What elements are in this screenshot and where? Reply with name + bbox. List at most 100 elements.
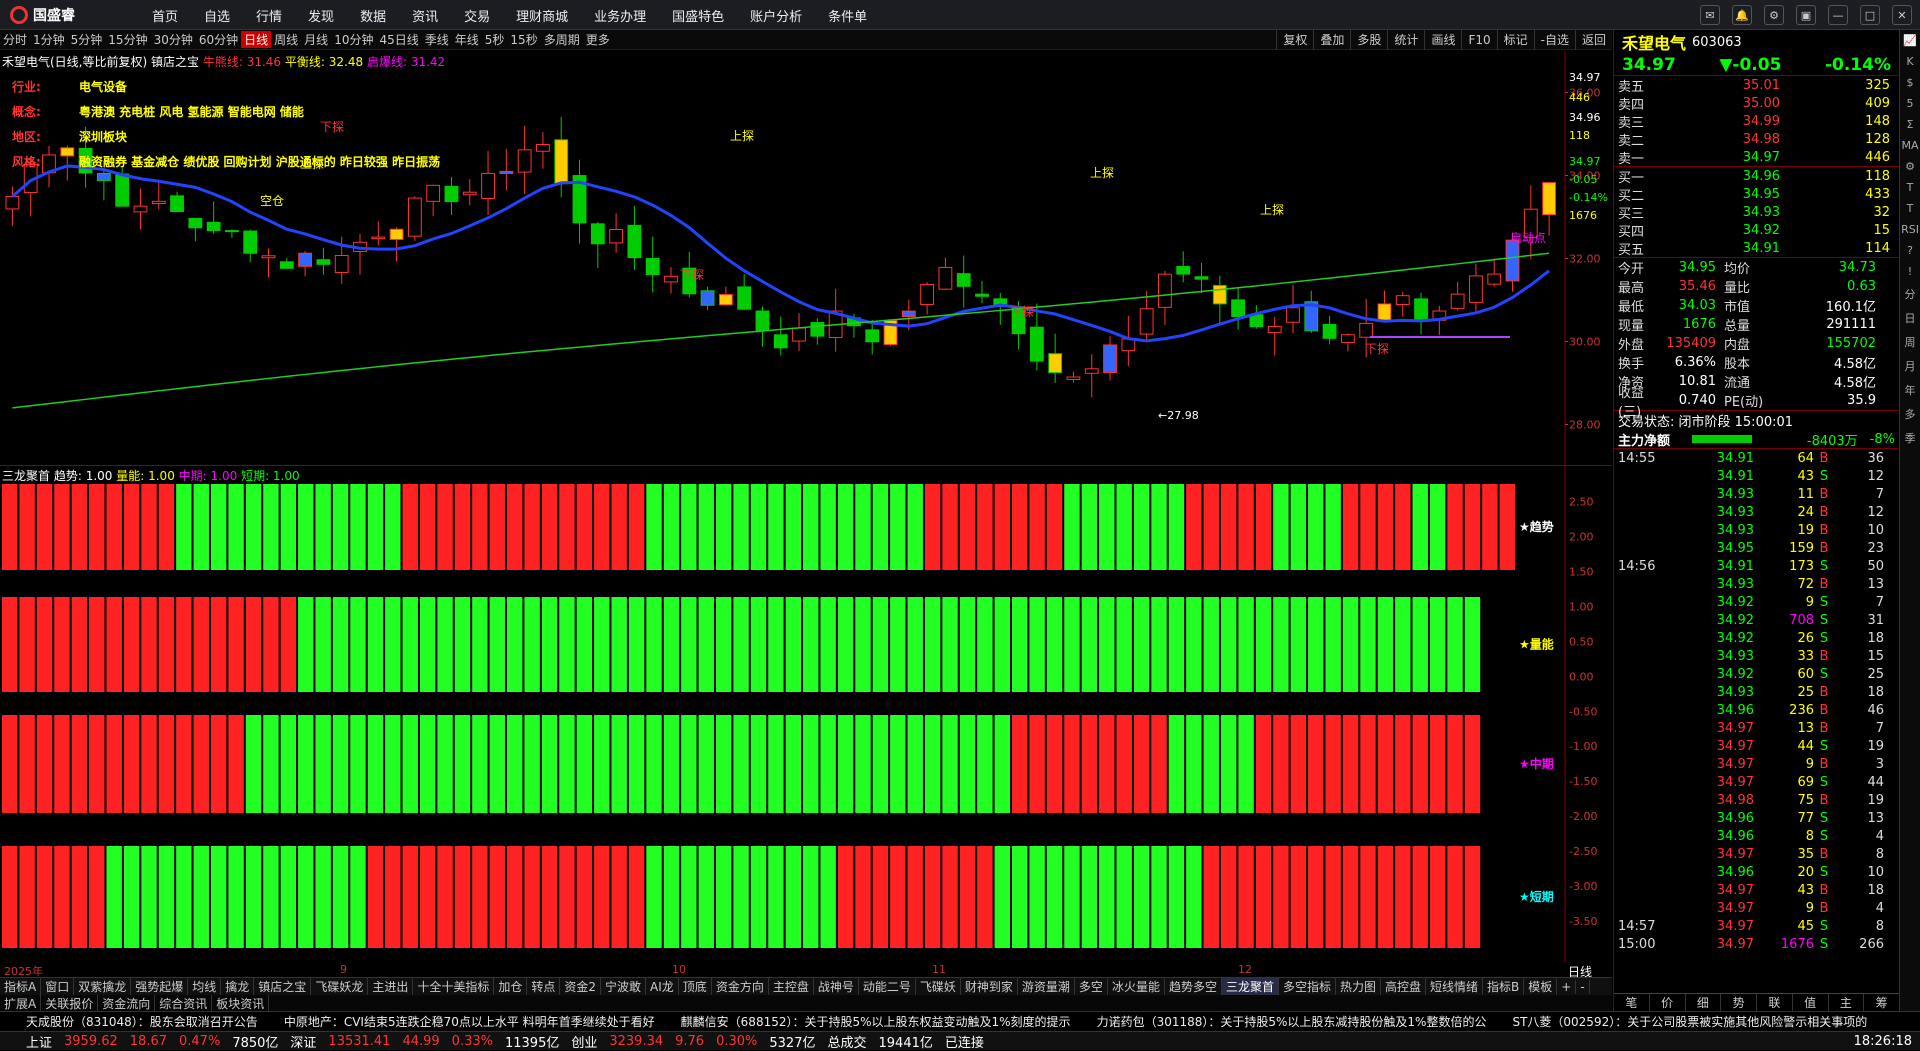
news-item[interactable]: 天成股份（831048）：股东会取消召开公告 (26, 1013, 258, 1030)
side-tool-icon[interactable]: 季 (1905, 430, 1916, 446)
indicator-tab[interactable]: 飞碟妖龙 (311, 978, 369, 995)
side-tool-icon[interactable]: Σ (1907, 118, 1914, 131)
info-tab[interactable]: 板块资讯 (212, 994, 270, 1012)
side-tool-icon[interactable]: ? (1907, 244, 1913, 257)
indicator-tab[interactable]: 主控盘 (769, 978, 814, 995)
side-tool-icon[interactable]: $ (1907, 76, 1914, 89)
menu-item[interactable]: 理财商城 (516, 6, 568, 25)
quote-tab[interactable]: 主 (1829, 994, 1865, 1011)
period-tab[interactable]: 60分钟 (196, 31, 241, 48)
side-tool-icon[interactable]: 5 (1907, 97, 1914, 110)
side-tool-icon[interactable]: T (1907, 181, 1914, 194)
menu-item[interactable]: 数据 (360, 6, 386, 25)
side-tool-icon[interactable]: 年 (1905, 382, 1916, 398)
menu-item[interactable]: 条件单 (828, 6, 867, 25)
period-tab[interactable]: 季线 (422, 31, 452, 48)
indicator-tab[interactable]: 游资量潮 (1018, 978, 1075, 995)
tick-list[interactable]: 14:55 34.91 64 B 36 34.91 43 S 12 34.93 11 B 7 34.93 2… (1614, 449, 1899, 953)
indicator-tab[interactable]: 窗口 (41, 978, 75, 995)
indicator-tab[interactable]: 动能二号 (859, 978, 916, 995)
side-tool-icon[interactable]: 月 (1905, 358, 1916, 374)
indicator-tab[interactable]: 均线 (188, 978, 222, 995)
skin-icon[interactable]: ▣ (1796, 5, 1816, 25)
period-tab[interactable]: 年线 (452, 31, 482, 48)
quote-tab[interactable]: 值 (1793, 994, 1829, 1011)
info-tab[interactable]: 扩展A (0, 994, 42, 1012)
side-tool-icon[interactable]: T (1907, 202, 1914, 215)
side-tool-icon[interactable]: K (1906, 55, 1913, 68)
indicator-tab[interactable]: 战神号 (814, 978, 859, 995)
indicator-tab[interactable]: 加仓 (494, 978, 528, 995)
menu-item[interactable]: 业务办理 (594, 6, 646, 25)
indicator-tab[interactable]: - (1576, 979, 1590, 994)
indicator-tab[interactable]: 飞碟妖 (916, 978, 961, 995)
indicator-tab[interactable]: 高控盘 (1381, 978, 1427, 995)
menu-item[interactable]: 自选 (204, 6, 230, 25)
chart-tool[interactable]: 返回 (1574, 30, 1612, 50)
indicator-tab[interactable]: + (1557, 979, 1577, 994)
side-tool-icon[interactable]: ⚙ (1905, 160, 1915, 173)
period-tab[interactable]: 5分钟 (68, 31, 106, 48)
chart-tool[interactable]: F10 (1461, 30, 1496, 50)
indicator-tab[interactable]: 镇店之宝 (254, 978, 312, 995)
side-tool-icon[interactable]: 周 (1905, 334, 1916, 350)
period-tab[interactable]: 15分钟 (105, 31, 150, 48)
menu-item[interactable]: 账户分析 (750, 6, 802, 25)
app-logo[interactable]: 国盛睿 (10, 5, 75, 25)
quote-tab[interactable]: 笔 (1614, 994, 1650, 1011)
menu-item[interactable]: 资讯 (412, 6, 438, 25)
menu-item[interactable]: 发现 (308, 6, 334, 25)
menu-item[interactable]: 行情 (256, 6, 282, 25)
period-tab[interactable]: 10分钟 (331, 31, 376, 48)
menu-item[interactable]: 首页 (152, 6, 178, 25)
period-tab[interactable]: 1分钟 (30, 31, 68, 48)
indicator-svg[interactable]: 2.50 2.00 1.50 1.00 0.50 0.00 -0.50 -1.00 -1.50 -… (0, 466, 1612, 963)
period-tab[interactable]: 周线 (271, 31, 301, 48)
period-tab[interactable]: 30分钟 (151, 31, 196, 48)
indicator-name[interactable]: 三龙聚首 (2, 469, 50, 483)
indicator-tab[interactable]: 三龙聚首 (1221, 978, 1279, 995)
indicator-tab[interactable]: 顶底 (679, 978, 712, 995)
period-tab[interactable]: 多周期 (541, 31, 583, 48)
side-tool-icon[interactable]: RSI (1901, 223, 1919, 236)
period-tab[interactable]: 月线 (301, 31, 331, 48)
indicator-chart[interactable]: 2.50 2.00 1.50 1.00 0.50 0.00 -0.50 -1.00 -1.50 -… (0, 466, 1612, 963)
chart-tool[interactable]: 叠加 (1313, 30, 1350, 50)
quote-tab[interactable]: 筹 (1864, 994, 1900, 1011)
indicator-tab[interactable]: 转点 (527, 978, 561, 995)
indicator-tab[interactable]: 十全十美指标 (413, 978, 495, 995)
chart-tool[interactable]: 复权 (1276, 30, 1313, 50)
news-item[interactable]: ST八菱（002592）：关于公司股票被实施其他风险警示相关事项的 (1512, 1013, 1867, 1030)
maximize-icon[interactable]: □ (1860, 5, 1880, 25)
side-tool-icon[interactable]: 📈 (1903, 34, 1917, 47)
period-tab[interactable]: 5秒 (482, 31, 508, 48)
indicator-tab[interactable]: 双紫擒龙 (74, 978, 132, 995)
quote-tab[interactable]: 势 (1721, 994, 1757, 1011)
side-tool-icon[interactable]: 日 (1905, 310, 1916, 326)
info-tab[interactable]: 关联报价 (41, 994, 99, 1012)
side-tool-icon[interactable]: ! (1908, 265, 1912, 278)
indicator-tab[interactable]: 多空 (1075, 978, 1108, 995)
indicator-tab[interactable]: 资金方向 (712, 978, 769, 995)
chart-tool[interactable]: 标记 (1496, 30, 1534, 50)
side-tool-icon[interactable]: 多 (1905, 406, 1916, 422)
period-tab[interactable]: 15秒 (507, 31, 540, 48)
notification-icon[interactable]: 🔔 (1732, 5, 1752, 25)
menu-item[interactable]: 国盛特色 (672, 6, 724, 25)
info-tab[interactable]: 综合资讯 (155, 994, 213, 1012)
indicator-tab[interactable]: AI龙 (646, 978, 679, 995)
quote-tab[interactable]: 细 (1686, 994, 1722, 1011)
chart-tool-name[interactable]: 镇店之宝 (151, 55, 199, 69)
indicator-tab[interactable]: 趋势多空 (1165, 978, 1222, 995)
quote-tab[interactable]: 价 (1650, 994, 1686, 1011)
close-icon[interactable]: ✕ (1892, 5, 1912, 25)
period-tab[interactable]: 日线 (241, 31, 272, 48)
minimize-icon[interactable]: — (1828, 5, 1848, 25)
chart-tool[interactable]: 多股 (1350, 30, 1387, 50)
period-tab[interactable]: 更多 (583, 31, 613, 48)
period-tab[interactable]: 45日线 (376, 31, 421, 48)
chart-tool[interactable]: 统计 (1387, 30, 1424, 50)
period-tab[interactable]: 分时 (0, 31, 30, 48)
chart-tool[interactable]: -自选 (1533, 30, 1575, 50)
side-tool-icon[interactable]: 分 (1905, 286, 1916, 302)
